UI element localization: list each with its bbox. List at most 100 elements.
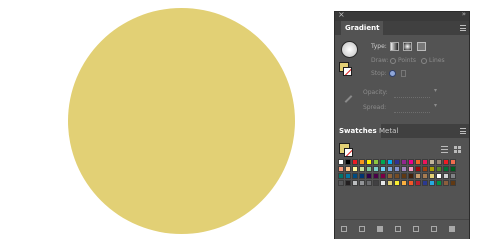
list-view-icon[interactable] bbox=[441, 146, 448, 153]
swatch[interactable] bbox=[387, 166, 393, 172]
swatch[interactable] bbox=[352, 159, 358, 165]
swatch[interactable] bbox=[380, 159, 386, 165]
swatch[interactable] bbox=[373, 166, 379, 172]
swatch[interactable] bbox=[436, 173, 442, 179]
swatch[interactable] bbox=[373, 173, 379, 179]
swatch[interactable] bbox=[415, 180, 421, 186]
swatch[interactable] bbox=[366, 159, 372, 165]
swatch[interactable] bbox=[373, 180, 379, 186]
chevron-down-icon[interactable]: ▾ bbox=[434, 87, 437, 94]
swatch[interactable] bbox=[415, 166, 421, 172]
swatch[interactable] bbox=[429, 173, 435, 179]
swatch[interactable] bbox=[436, 159, 442, 165]
swatch[interactable] bbox=[394, 159, 400, 165]
swatch[interactable] bbox=[415, 159, 421, 165]
new-color-group-icon[interactable] bbox=[413, 226, 419, 232]
delete-swatch-icon[interactable] bbox=[449, 226, 455, 232]
swatch[interactable] bbox=[422, 166, 428, 172]
swatch[interactable] bbox=[408, 180, 414, 186]
panel-menu-icon[interactable] bbox=[460, 25, 466, 31]
stroke-swatch[interactable] bbox=[344, 148, 353, 157]
swatch[interactable] bbox=[387, 159, 393, 165]
swatch[interactable] bbox=[380, 180, 386, 186]
swatch[interactable] bbox=[422, 180, 428, 186]
show-swatch-kinds-icon[interactable] bbox=[377, 226, 383, 232]
swatch[interactable] bbox=[352, 173, 358, 179]
swatch[interactable] bbox=[401, 159, 407, 165]
radial-gradient-icon[interactable] bbox=[403, 42, 412, 51]
swatch[interactable] bbox=[443, 159, 449, 165]
gradient-preview-icon[interactable] bbox=[341, 41, 358, 58]
swatch[interactable] bbox=[436, 180, 442, 186]
swatch[interactable] bbox=[401, 166, 407, 172]
eyedropper-icon[interactable] bbox=[344, 95, 353, 103]
swatch[interactable] bbox=[436, 166, 442, 172]
swatch[interactable] bbox=[401, 173, 407, 179]
delete-stop-icon[interactable] bbox=[401, 70, 406, 77]
swatch[interactable] bbox=[450, 159, 456, 165]
swatch[interactable] bbox=[443, 180, 449, 186]
swatch[interactable] bbox=[366, 180, 372, 186]
swatch[interactable] bbox=[422, 159, 428, 165]
grid-view-icon[interactable] bbox=[454, 146, 461, 153]
swatch[interactable] bbox=[359, 159, 365, 165]
swatch[interactable] bbox=[394, 166, 400, 172]
linear-gradient-icon[interactable] bbox=[390, 42, 399, 51]
swatch[interactable] bbox=[359, 166, 365, 172]
swatch-libraries-icon[interactable] bbox=[341, 226, 347, 232]
swatch[interactable] bbox=[429, 180, 435, 186]
swatch[interactable] bbox=[450, 166, 456, 172]
swatch[interactable] bbox=[450, 180, 456, 186]
yellow-circle[interactable] bbox=[68, 8, 295, 234]
chevron-down-icon[interactable]: ▾ bbox=[434, 102, 437, 109]
swatch[interactable] bbox=[345, 159, 351, 165]
swatch[interactable] bbox=[380, 173, 386, 179]
swatch[interactable] bbox=[450, 173, 456, 179]
tab-swatches[interactable]: Swatches bbox=[335, 124, 381, 138]
swatch[interactable] bbox=[359, 173, 365, 179]
lines-radio[interactable] bbox=[421, 58, 427, 64]
new-swatch-icon[interactable] bbox=[431, 226, 437, 232]
swatch[interactable] bbox=[443, 173, 449, 179]
tab-metal[interactable]: Metal bbox=[375, 124, 402, 138]
swatch[interactable] bbox=[415, 173, 421, 179]
panel-menu-icon[interactable] bbox=[460, 128, 466, 134]
swatch[interactable] bbox=[338, 159, 344, 165]
points-radio[interactable] bbox=[390, 58, 396, 64]
swatch[interactable] bbox=[394, 173, 400, 179]
add-selected-swatches-icon[interactable] bbox=[359, 226, 365, 232]
close-icon[interactable]: × bbox=[338, 10, 345, 19]
swatch[interactable] bbox=[345, 173, 351, 179]
swatch[interactable] bbox=[429, 159, 435, 165]
swatch[interactable] bbox=[380, 166, 386, 172]
swatch[interactable] bbox=[366, 166, 372, 172]
swatch[interactable] bbox=[408, 166, 414, 172]
swatch[interactable] bbox=[443, 166, 449, 172]
swatch[interactable] bbox=[338, 173, 344, 179]
swatch[interactable] bbox=[352, 180, 358, 186]
swatch[interactable] bbox=[429, 166, 435, 172]
swatch[interactable] bbox=[359, 180, 365, 186]
swatch[interactable] bbox=[338, 166, 344, 172]
swatch[interactable] bbox=[387, 173, 393, 179]
swatch[interactable] bbox=[352, 166, 358, 172]
swatch[interactable] bbox=[338, 180, 344, 186]
swatch[interactable] bbox=[408, 159, 414, 165]
stop-color-icon[interactable] bbox=[389, 70, 396, 77]
stroke-swatch[interactable] bbox=[343, 67, 352, 76]
spread-field[interactable]: ▾ bbox=[394, 102, 437, 113]
swatch[interactable] bbox=[345, 166, 351, 172]
swatch[interactable] bbox=[366, 173, 372, 179]
swatch-options-icon[interactable] bbox=[395, 226, 401, 232]
swatch[interactable] bbox=[394, 180, 400, 186]
swatch[interactable] bbox=[408, 173, 414, 179]
collapse-icon[interactable]: » bbox=[462, 10, 466, 18]
swatch[interactable] bbox=[422, 173, 428, 179]
freeform-gradient-icon[interactable] bbox=[417, 42, 426, 51]
swatch[interactable] bbox=[387, 180, 393, 186]
tab-gradient[interactable]: Gradient bbox=[341, 21, 384, 35]
opacity-field[interactable]: ▾ bbox=[394, 87, 437, 98]
swatch[interactable] bbox=[345, 180, 351, 186]
swatch[interactable] bbox=[373, 159, 379, 165]
swatch[interactable] bbox=[401, 180, 407, 186]
